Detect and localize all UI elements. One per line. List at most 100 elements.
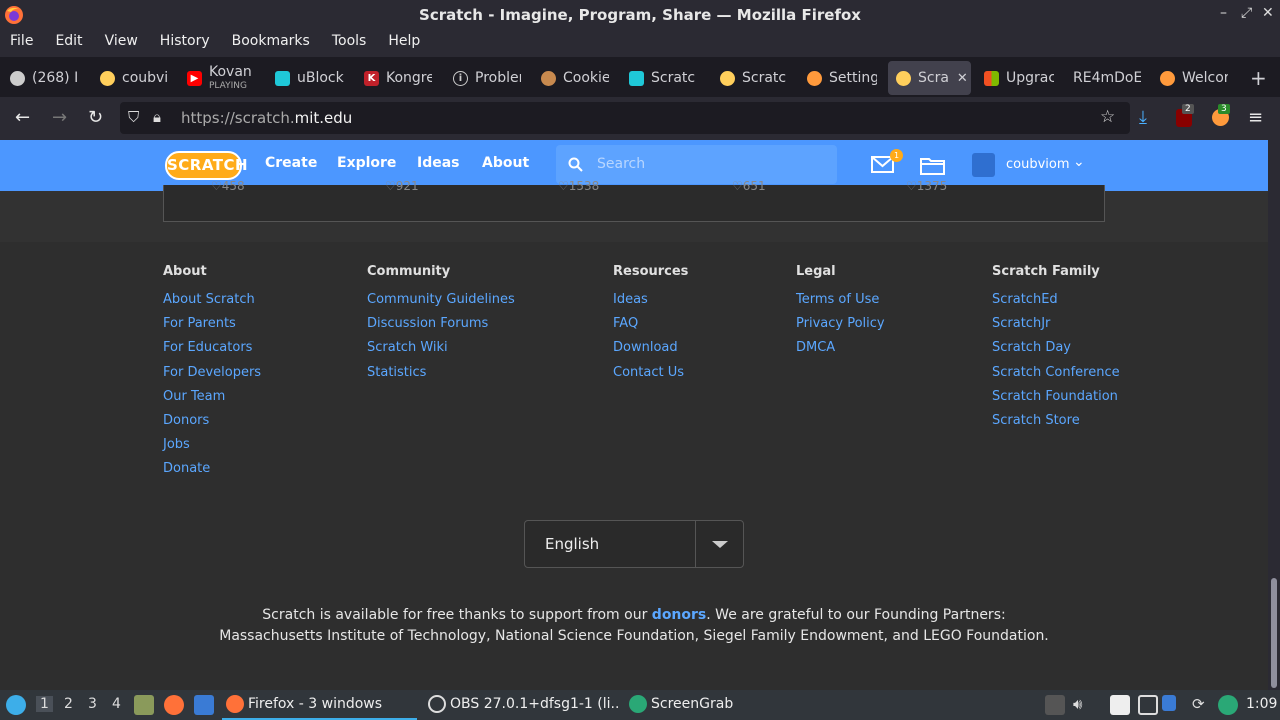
- footer-link[interactable]: Donate: [163, 461, 261, 485]
- tab-youtube[interactable]: ▶ Kovan PLAYING: [187, 61, 255, 95]
- nav-about[interactable]: About: [482, 155, 529, 171]
- tab-re4mdoe[interactable]: RE4mDoE: [1073, 61, 1141, 95]
- tray-arrow-icon[interactable]: [1045, 695, 1065, 715]
- file-manager-icon[interactable]: [134, 695, 154, 715]
- tab-kongregate[interactable]: K Kongre: [364, 61, 432, 95]
- workspace-4[interactable]: 4: [112, 696, 121, 712]
- workspace-2[interactable]: 2: [64, 696, 73, 712]
- shield-icon[interactable]: ⛉: [128, 108, 139, 126]
- download-icon[interactable]: ⤓: [1139, 108, 1147, 128]
- footer-link[interactable]: Donors: [163, 413, 261, 437]
- tab-ublock[interactable]: uBlock: [275, 61, 345, 95]
- footer-link[interactable]: Privacy Policy: [796, 316, 885, 340]
- footer-link[interactable]: FAQ: [613, 316, 688, 340]
- menu-history[interactable]: History: [160, 30, 210, 54]
- network-icon[interactable]: ⟳: [1192, 695, 1212, 715]
- footer-link[interactable]: For Parents: [163, 316, 261, 340]
- app-launcher-icon[interactable]: [6, 695, 26, 715]
- footer-link[interactable]: Statistics: [367, 365, 515, 389]
- tab-github[interactable]: (268) I: [10, 61, 80, 95]
- tab-problem[interactable]: i Probler: [453, 61, 521, 95]
- task-firefox[interactable]: Firefox - 3 windows: [222, 690, 417, 720]
- close-window-icon[interactable]: ✕: [1262, 5, 1274, 21]
- menu-help[interactable]: Help: [388, 30, 420, 54]
- reload-icon[interactable]: ↻: [88, 108, 103, 128]
- dropdown-arrow-icon[interactable]: [712, 541, 728, 548]
- task-obs[interactable]: OBS 27.0.1+dfsg1-1 (li...: [424, 690, 619, 720]
- screengrab-tray-icon[interactable]: [1218, 695, 1238, 715]
- footer-link[interactable]: ScratchEd: [992, 292, 1120, 316]
- credits-line-2: Massachusetts Institute of Technology, N…: [219, 628, 1049, 644]
- url-text[interactable]: https://scratch.mit.edu: [181, 109, 352, 127]
- notification-icon[interactable]: [1162, 695, 1176, 711]
- forward-icon[interactable]: →: [52, 108, 67, 128]
- project-love-count: ♡458: [211, 179, 245, 193]
- footer-link[interactable]: Download: [613, 340, 688, 364]
- footer-link[interactable]: Community Guidelines: [367, 292, 515, 316]
- address-bar[interactable]: ⛉ 🔒︎ https://scratch.mit.edu ☆: [120, 102, 1130, 134]
- footer-heading: Scratch Family: [992, 264, 1100, 279]
- donors-link[interactable]: donors: [652, 607, 706, 623]
- footer-link[interactable]: Scratch Conference: [992, 365, 1120, 389]
- tab-coubvi[interactable]: coubvi: [100, 61, 168, 95]
- footer-link[interactable]: Scratch Wiki: [367, 340, 515, 364]
- footer-link[interactable]: For Educators: [163, 340, 261, 364]
- task-screengrab[interactable]: ScreenGrab: [625, 690, 745, 720]
- tab-settings[interactable]: Setting: [807, 61, 877, 95]
- username-label[interactable]: coubviom: [1006, 157, 1070, 172]
- firefox-launcher-icon[interactable]: [164, 695, 184, 715]
- back-icon[interactable]: ←: [15, 108, 30, 128]
- tab-scratch-2[interactable]: Scratc: [720, 61, 788, 95]
- footer-link[interactable]: Jobs: [163, 437, 261, 461]
- clipboard-icon[interactable]: [1110, 695, 1130, 715]
- volume-icon[interactable]: 🔊︎: [1073, 695, 1093, 715]
- tab-active-scratch[interactable]: Scra ✕: [888, 61, 971, 95]
- menu-tools[interactable]: Tools: [332, 30, 367, 54]
- workspace-3[interactable]: 3: [88, 696, 97, 712]
- minimize-icon[interactable]: –: [1220, 5, 1227, 21]
- page-scrollbar[interactable]: [1268, 140, 1280, 690]
- language-select[interactable]: English: [524, 520, 744, 568]
- project-love-count: ♡1375: [906, 179, 948, 193]
- new-tab-button[interactable]: +: [1250, 61, 1270, 95]
- footer-link[interactable]: Our Team: [163, 389, 261, 413]
- footer-link[interactable]: ScratchJr: [992, 316, 1120, 340]
- menu-file[interactable]: File: [10, 30, 33, 54]
- maximize-icon[interactable]: ⤢: [1241, 5, 1252, 21]
- nav-ideas[interactable]: Ideas: [417, 155, 460, 171]
- footer-link[interactable]: Ideas: [613, 292, 688, 316]
- scrollbar-thumb[interactable]: [1271, 578, 1277, 688]
- footer-link[interactable]: Contact Us: [613, 365, 688, 389]
- scratch-logo[interactable]: SCRATCH: [165, 151, 248, 180]
- footer-link[interactable]: For Developers: [163, 365, 261, 389]
- close-tab-icon[interactable]: ✕: [957, 71, 968, 86]
- footer-link[interactable]: Scratch Day: [992, 340, 1120, 364]
- tab-scratch-1[interactable]: Scratc: [629, 61, 697, 95]
- footer-link[interactable]: Scratch Foundation: [992, 389, 1120, 413]
- footer-link[interactable]: About Scratch: [163, 292, 261, 316]
- tab-label: Setting: [829, 70, 877, 86]
- footer-link[interactable]: Scratch Store: [992, 413, 1120, 437]
- footer-link[interactable]: Terms of Use: [796, 292, 885, 316]
- tab-cookie[interactable]: Cookie: [541, 61, 609, 95]
- bookmark-star-icon[interactable]: ☆: [1100, 107, 1115, 127]
- clock[interactable]: 1:09: [1246, 696, 1277, 712]
- project-love-count: ♡651: [732, 179, 766, 193]
- footer-link[interactable]: DMCA: [796, 340, 885, 364]
- nav-explore[interactable]: Explore: [337, 155, 396, 171]
- display-icon[interactable]: [1138, 695, 1158, 715]
- chevron-down-icon[interactable]: ⌄: [1073, 154, 1085, 170]
- lock-icon[interactable]: 🔒︎: [153, 108, 161, 126]
- nav-create[interactable]: Create: [265, 155, 317, 171]
- my-stuff-folder-icon[interactable]: [920, 156, 945, 175]
- tab-upgrade[interactable]: Upgrac: [984, 61, 1054, 95]
- menu-bookmarks[interactable]: Bookmarks: [232, 30, 310, 54]
- footer-link[interactable]: Discussion Forums: [367, 316, 515, 340]
- hamburger-menu-icon[interactable]: ≡: [1248, 108, 1263, 128]
- menu-view[interactable]: View: [105, 30, 138, 54]
- tab-welcome[interactable]: Welcor: [1160, 61, 1228, 95]
- menu-edit[interactable]: Edit: [55, 30, 82, 54]
- desktop-icon[interactable]: [194, 695, 214, 715]
- avatar[interactable]: [972, 153, 995, 177]
- workspace-1[interactable]: 1: [36, 696, 53, 712]
